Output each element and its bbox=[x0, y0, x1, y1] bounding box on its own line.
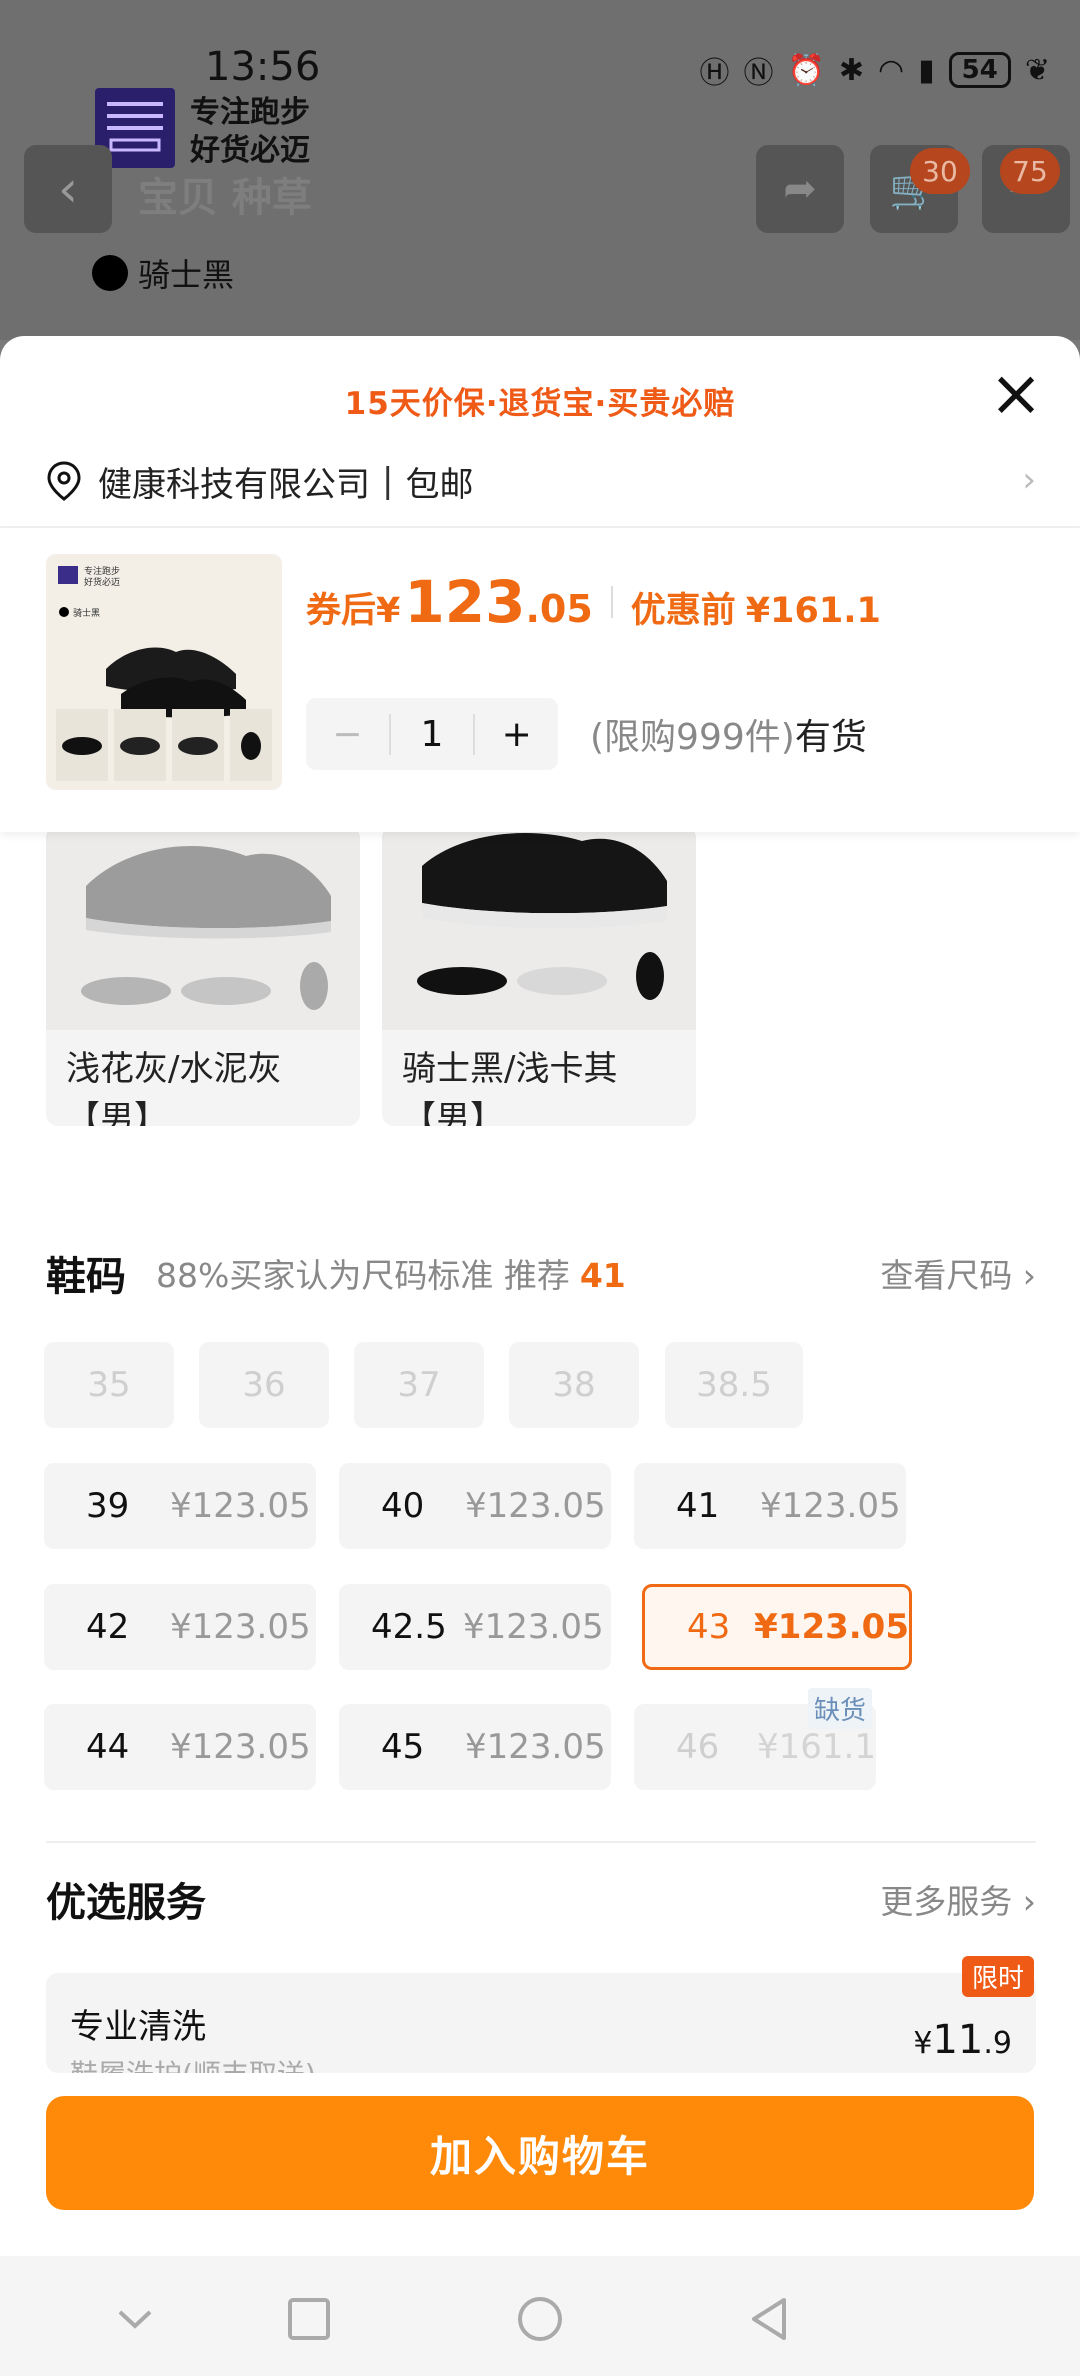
limited-time-badge: 限时 bbox=[961, 1956, 1034, 1997]
shipping-text: 包邮 bbox=[405, 464, 474, 505]
wifi-icon: ◠ bbox=[877, 52, 905, 88]
status-icons: Ⓗ Ⓝ ⏰ ✱ ◠ ▮ 54 ❦ bbox=[699, 48, 1050, 92]
shoe-thumbnail-image: 专注跑步 好货必迈 骑士黑 bbox=[46, 554, 282, 790]
chevron-right-icon: › bbox=[1022, 460, 1036, 500]
size-recommend: 41 bbox=[579, 1256, 626, 1295]
more-badge: 75 bbox=[1000, 148, 1060, 194]
quantity-minus-button[interactable]: − bbox=[306, 713, 391, 755]
close-icon[interactable]: × bbox=[988, 362, 1044, 426]
original-price: ¥161.1 bbox=[745, 591, 881, 631]
cart-badge: 30 bbox=[910, 148, 970, 194]
system-nav-bar bbox=[0, 2256, 1080, 2376]
svg-text:好货必迈: 好货必迈 bbox=[84, 576, 120, 588]
shoe-black-image bbox=[382, 826, 696, 1030]
service-name: 专业清洗 bbox=[70, 2007, 206, 2047]
product-thumbnail[interactable]: 专注跑步 好货必迈 骑士黑 bbox=[46, 554, 282, 790]
alarm-icon: ⏰ bbox=[787, 52, 825, 88]
size-chip[interactable]: 42 ¥123.05 bbox=[44, 1584, 316, 1670]
back-icon[interactable] bbox=[744, 2294, 794, 2344]
size-chip-disabled: 38.5 bbox=[665, 1342, 803, 1428]
product-tabs[interactable]: 宝贝 种草 bbox=[138, 165, 312, 223]
4g-signal-icon: ▮ bbox=[918, 52, 935, 88]
size-chip-selected[interactable]: 43 ¥123.05 bbox=[642, 1584, 912, 1670]
shoe-grey-image bbox=[46, 826, 360, 1030]
price-decimal: .05 bbox=[525, 587, 593, 631]
add-to-cart-button[interactable]: 加入购物车 bbox=[46, 2096, 1034, 2210]
bluetooth-icon: ✱ bbox=[838, 52, 864, 88]
brand-slogan: 专注跑步 好货必迈 bbox=[190, 95, 310, 168]
size-chip-disabled: 35 bbox=[44, 1342, 174, 1428]
size-chip[interactable]: 39 ¥123.05 bbox=[44, 1463, 316, 1549]
stock-status: 有货 bbox=[794, 717, 867, 758]
chevron-down-icon[interactable] bbox=[110, 2294, 160, 2344]
quantity-stepper: − 1 + bbox=[306, 698, 558, 770]
share-button[interactable]: ➦ bbox=[756, 145, 844, 233]
size-chip[interactable]: 44 ¥123.05 bbox=[44, 1704, 316, 1790]
recent-apps-icon[interactable] bbox=[284, 2294, 334, 2344]
home-icon[interactable] bbox=[515, 2294, 565, 2344]
size-chip-disabled: 36 bbox=[199, 1342, 329, 1428]
size-chart-link[interactable]: 查看尺码 › bbox=[880, 1249, 1036, 1297]
color-option-label: 骑士黑/浅卡其【男】 bbox=[402, 1049, 618, 1126]
leaf-icon: ❦ bbox=[1024, 52, 1050, 88]
price-label: 券后 bbox=[306, 591, 377, 631]
divider bbox=[46, 1841, 1036, 1843]
quantity-value[interactable]: 1 bbox=[391, 714, 474, 755]
bg-color-label: 骑士黑 bbox=[92, 250, 234, 296]
price-row: 券后 ¥ 123 .05 优惠前 ¥161.1 bbox=[306, 568, 881, 636]
service-subtitle: 鞋履洗护(顺丰取送) bbox=[70, 2053, 316, 2073]
services-title: 优选服务 bbox=[46, 1880, 206, 1926]
price-separator bbox=[610, 586, 613, 618]
sku-selector-sheet: 15天价保·退货宝·买贵必赔 × 健康科技有限公司 | 包邮 › 专注跑步 好货… bbox=[0, 336, 1080, 2256]
size-title: 鞋码 bbox=[46, 1254, 126, 1300]
nfc-icon: Ⓝ bbox=[743, 56, 774, 91]
promo-banner: 15天价保·退货宝·买贵必赔 bbox=[344, 386, 736, 422]
color-option-label: 浅花灰/水泥灰【男】 bbox=[66, 1049, 282, 1126]
color-dot-icon bbox=[92, 255, 128, 291]
service-item-cleaning[interactable]: 专业清洗 鞋履洗护(顺丰取送) ¥11.9 bbox=[46, 1973, 1036, 2073]
size-chip[interactable]: 40 ¥123.05 bbox=[339, 1463, 611, 1549]
color-option-grey[interactable]: 浅花灰/水泥灰【男】 bbox=[46, 826, 360, 1126]
share-icon: ➦ bbox=[783, 166, 817, 212]
services-header: 优选服务 更多服务 › bbox=[46, 1870, 1036, 1928]
status-time: 13:56 bbox=[205, 44, 321, 90]
size-chip[interactable]: 41 ¥123.05 bbox=[634, 1463, 906, 1549]
hd-icon: Ⓗ bbox=[699, 56, 730, 91]
background-page: 13:56 Ⓗ Ⓝ ⏰ ✱ ◠ ▮ 54 ❦ 专注跑步 好货必迈 ‹ 宝贝 种草… bbox=[0, 0, 1080, 340]
stock-info: (限购999件)有货 bbox=[590, 708, 867, 760]
chevron-left-icon: ‹ bbox=[58, 160, 78, 218]
back-button[interactable]: ‹ bbox=[24, 145, 112, 233]
size-chip[interactable]: 45 ¥123.05 bbox=[339, 1704, 611, 1790]
service-price: ¥11.9 bbox=[913, 2017, 1012, 2063]
quantity-plus-button[interactable]: + bbox=[473, 713, 558, 755]
svg-text:专注跑步: 专注跑步 bbox=[84, 565, 120, 577]
address-text: 健康科技有限公司 bbox=[98, 464, 370, 505]
battery-icon: 54 bbox=[948, 52, 1011, 88]
price-currency: ¥ bbox=[376, 591, 401, 631]
price-integer: 123 bbox=[404, 568, 526, 636]
size-tip: 88%买家认为尺码标准 推荐 41 bbox=[156, 1256, 626, 1295]
size-header: 鞋码 88%买家认为尺码标准 推荐 41 查看尺码 › bbox=[46, 1246, 1036, 1300]
product-header: 专注跑步 好货必迈 骑士黑 券后 ¥ 123 .05 优惠前 ¥161.1 − … bbox=[0, 528, 1080, 832]
address-row[interactable]: 健康科技有限公司 | 包邮 › bbox=[46, 456, 1036, 506]
svg-text:骑士黑: 骑士黑 bbox=[73, 607, 100, 619]
original-price-label: 优惠前 bbox=[630, 591, 736, 631]
address-separator: | bbox=[382, 461, 394, 501]
size-chip-disabled: 37 bbox=[354, 1342, 484, 1428]
purchase-limit: (限购999件) bbox=[590, 717, 795, 758]
more-services-link[interactable]: 更多服务 › bbox=[880, 1875, 1036, 1923]
color-option-black[interactable]: 骑士黑/浅卡其【男】 bbox=[382, 826, 696, 1126]
out-of-stock-tag: 缺货 bbox=[808, 1688, 873, 1729]
location-pin-icon bbox=[47, 461, 81, 501]
size-chip-disabled: 38 bbox=[509, 1342, 639, 1428]
size-chip[interactable]: 42.5 ¥123.05 bbox=[339, 1584, 611, 1670]
